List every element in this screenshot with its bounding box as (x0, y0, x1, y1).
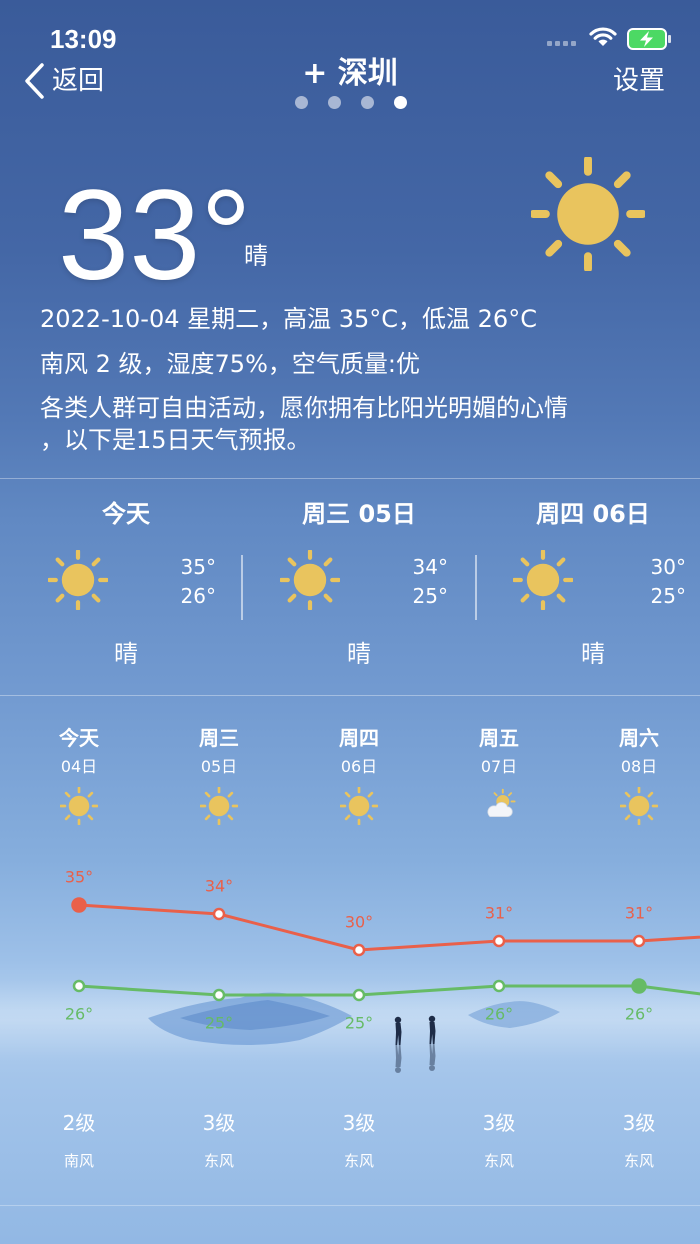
battery-charging-icon (627, 28, 671, 50)
high-temp: 30° (650, 555, 686, 579)
low-temp-label: 25° (205, 1014, 233, 1033)
chevron-left-icon (25, 63, 44, 99)
sun-icon (340, 787, 378, 825)
current-details: 南风 2 级，湿度75%，空气质量:优 (40, 350, 420, 378)
low-temp-label: 26° (625, 1005, 653, 1024)
weekday-label: 周五 (479, 726, 519, 750)
weekday-label: 周三 (199, 726, 239, 750)
low-temp-point (631, 978, 647, 994)
condition-text: 晴 (581, 640, 605, 668)
high-temp-point (632, 934, 646, 948)
high-temp-line (78, 903, 700, 952)
low-temp-label: 26° (65, 1005, 93, 1024)
low-temp: 25° (412, 584, 448, 608)
low-temp-point (352, 988, 366, 1002)
wind-direction: 东风 (623, 1152, 654, 1170)
sun-icon (531, 157, 645, 271)
wind-direction: 东风 (343, 1152, 374, 1170)
back-button[interactable]: 返回 (18, 60, 114, 102)
date-label: 04日 (60, 757, 98, 776)
wind-direction: 南风 (63, 1152, 94, 1170)
wind-level: 3级 (202, 1111, 236, 1135)
advice-text-line2: ，以下是15日天气预报。 (40, 426, 311, 454)
wifi-icon (589, 27, 617, 46)
settings-button[interactable]: 设置 (613, 66, 665, 96)
sun-icon (280, 550, 340, 610)
page-indicator[interactable] (295, 96, 407, 109)
sun-icon (60, 787, 98, 825)
high-temp-point (352, 943, 366, 957)
temperature-trend-chart: 35° 34° 30° 31° 31° 26° 25° 25° 26° 26° (65, 868, 700, 1033)
partly-cloudy-icon (480, 787, 518, 825)
cellular-signal-icon (547, 41, 576, 46)
sun-icon (200, 787, 238, 825)
high-temp: 34° (412, 555, 448, 579)
wind-level: 2级 (62, 1111, 96, 1135)
high-temp-point (71, 897, 87, 913)
sun-icon (513, 550, 573, 610)
weekday-label: 周四 (339, 726, 379, 750)
date-label: 05日 (200, 757, 238, 776)
city-title[interactable]: + 深圳 (250, 56, 450, 92)
current-condition: 晴 (244, 242, 268, 270)
wind-level: 3级 (342, 1111, 376, 1135)
high-temp-point (212, 907, 226, 921)
current-temperature: 33° (58, 164, 252, 307)
sun-icon (48, 550, 108, 610)
day-label: 周四 06日 (536, 500, 650, 528)
page-dot[interactable] (394, 96, 407, 109)
high-temp-label: 34° (205, 877, 233, 896)
condition-text: 晴 (347, 640, 371, 668)
high-temp-label: 31° (625, 904, 653, 923)
wind-level: 3级 (482, 1111, 516, 1135)
three-day-card-today: 今天 35° 26° 晴 (8, 478, 244, 695)
low-temp: 26° (180, 584, 216, 608)
divider (0, 1205, 700, 1206)
advice-text-line1: 各类人群可自由活动，愿你拥有比阳光明媚的心情 (40, 394, 568, 422)
wind-level: 3级 (622, 1111, 656, 1135)
three-day-card-wed: 周三 05日 34° 25° 晴 (242, 478, 476, 695)
date-label: 06日 (340, 757, 378, 776)
low-temp-line (78, 984, 700, 997)
page-dot[interactable] (328, 96, 341, 109)
low-temp: 25° (650, 584, 686, 608)
weekday-label: 今天 (59, 726, 99, 750)
current-summary: 2022-10-04 星期二，高温 35°C，低温 26°C (40, 305, 537, 333)
low-temp-label: 26° (485, 1005, 513, 1024)
sun-icon (620, 787, 658, 825)
page-dot[interactable] (295, 96, 308, 109)
high-temp-label: 30° (345, 913, 373, 932)
condition-text: 晴 (114, 640, 138, 668)
high-temp: 35° (180, 555, 216, 579)
wind-direction: 东风 (483, 1152, 514, 1170)
status-time: 13:09 (50, 24, 117, 54)
wind-direction: 东风 (203, 1152, 234, 1170)
day-label: 今天 (102, 500, 150, 528)
low-temp-point (492, 979, 506, 993)
high-temp-label: 35° (65, 868, 93, 887)
three-day-card-thu: 周四 06日 30° 25° 晴 (476, 478, 700, 695)
date-label: 08日 (620, 757, 658, 776)
date-label: 07日 (480, 757, 518, 776)
low-temp-point (212, 988, 226, 1002)
low-temp-point (72, 979, 86, 993)
high-temp-label: 31° (485, 904, 513, 923)
page-dot[interactable] (361, 96, 374, 109)
low-temp-label: 25° (345, 1014, 373, 1033)
back-label: 返回 (52, 66, 105, 96)
day-label: 周三 05日 (302, 500, 416, 528)
high-temp-point (492, 934, 506, 948)
weekday-label: 周六 (619, 726, 659, 750)
fifteen-day-forecast-scroll[interactable]: 今天 04日 2级 南风 周三 05日 3级 东风 周四 06日 3级 东风 周… (0, 695, 700, 1205)
